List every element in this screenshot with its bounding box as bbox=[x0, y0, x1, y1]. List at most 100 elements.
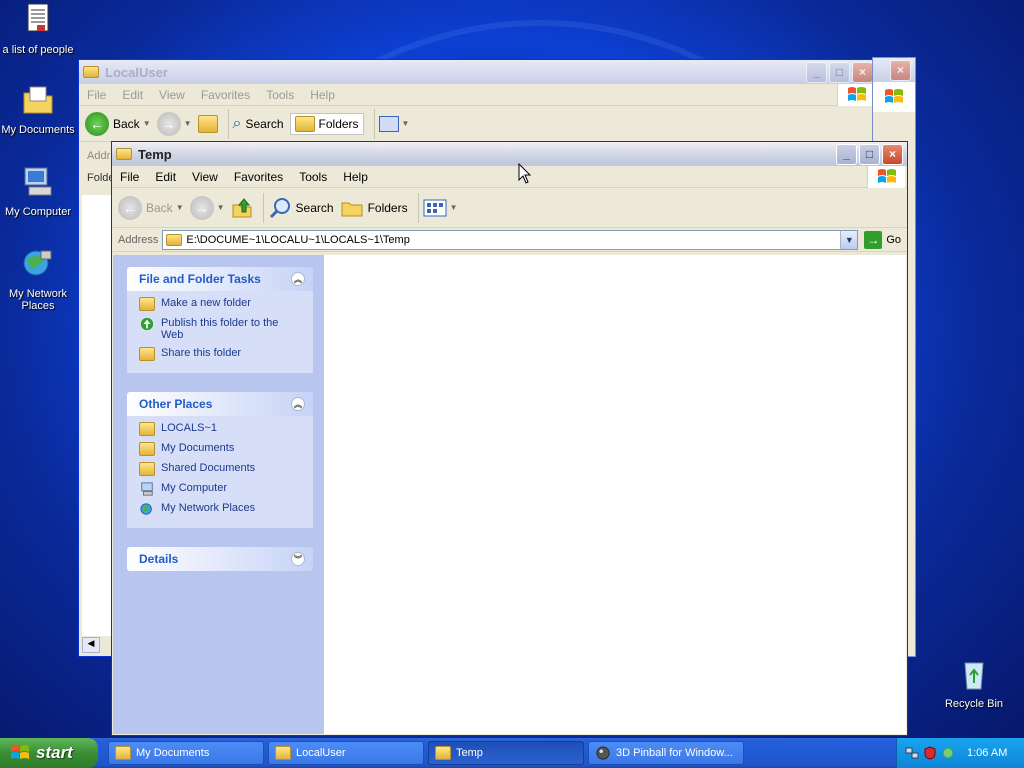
desktop-icon-label: My Computer bbox=[4, 206, 72, 218]
menu-edit[interactable]: Edit bbox=[147, 170, 184, 184]
new-folder-icon bbox=[139, 297, 155, 311]
close-button[interactable]: × bbox=[852, 61, 873, 83]
folders-button[interactable]: Folders bbox=[289, 112, 364, 135]
temp-titlebar[interactable]: Temp _ □ × bbox=[112, 142, 907, 166]
menu-favorites[interactable]: Favorites bbox=[193, 88, 258, 102]
folder-icon bbox=[166, 233, 183, 246]
menu-help[interactable]: Help bbox=[335, 170, 376, 184]
place-my-computer[interactable]: My Computer bbox=[139, 482, 303, 496]
taskbar-button-localuser[interactable]: LocalUser bbox=[268, 741, 424, 765]
place-label: Shared Documents bbox=[161, 462, 256, 474]
chevron-down-icon: ▼ bbox=[401, 119, 410, 128]
place-my-network-places[interactable]: My Network Places bbox=[139, 502, 303, 516]
search-icon: ⌕ bbox=[232, 114, 242, 132]
desktop-icon-label: Recycle Bin bbox=[944, 698, 1004, 710]
desktop-icon-list-of-people[interactable]: a list of people bbox=[0, 3, 76, 56]
maximize-button[interactable]: □ bbox=[829, 61, 850, 83]
go-arrow-icon: → bbox=[864, 230, 883, 249]
go-button[interactable]: → Go bbox=[864, 230, 901, 249]
folder-up-icon bbox=[232, 197, 252, 217]
taskbar-button-label: My Documents bbox=[136, 747, 210, 759]
system-tray: 1:06 AM bbox=[896, 738, 1024, 768]
go-label: Go bbox=[886, 233, 901, 246]
desktop-icon-recycle-bin[interactable]: Recycle Bin bbox=[936, 657, 1012, 710]
chevron-down-icon: ▼ bbox=[183, 119, 192, 128]
maximize-button[interactable]: □ bbox=[859, 143, 880, 165]
task-make-new-folder[interactable]: Make a new folder bbox=[139, 297, 303, 311]
menu-tools[interactable]: Tools bbox=[291, 170, 335, 184]
toolbar: ← Back ▼ → ▼ Search Folders ▼ bbox=[112, 188, 907, 228]
localuser-titlebar[interactable]: LocalUser _ □ × bbox=[79, 60, 877, 84]
place-shared-documents[interactable]: Shared Documents bbox=[139, 462, 303, 476]
minimize-button[interactable]: _ bbox=[806, 61, 827, 83]
details-header[interactable]: Details ︾ bbox=[127, 547, 313, 571]
address-dropdown-button[interactable]: ▼ bbox=[840, 230, 858, 249]
forward-button[interactable]: → ▼ bbox=[189, 195, 225, 220]
temp-window[interactable]: Temp _ □ × File Edit View Favorites Tool… bbox=[111, 141, 908, 736]
search-label: Search bbox=[245, 116, 284, 131]
horizontal-scrollbar[interactable]: ◀ bbox=[82, 637, 100, 653]
task-publish-folder[interactable]: Publish this folder to the Web bbox=[139, 317, 303, 341]
menu-file[interactable]: File bbox=[79, 88, 114, 102]
chevron-down-icon: ▼ bbox=[175, 203, 184, 212]
network-tray-icon[interactable] bbox=[905, 746, 919, 760]
folder-icon bbox=[116, 148, 132, 160]
expand-chevron-icon[interactable]: ︾ bbox=[291, 552, 305, 566]
clock[interactable]: 1:06 AM bbox=[967, 747, 1007, 759]
other-places-header[interactable]: Other Places ︽ bbox=[127, 392, 313, 416]
collapse-chevron-icon[interactable]: ︽ bbox=[291, 397, 305, 411]
search-button[interactable]: ⌕ Search bbox=[233, 115, 284, 133]
place-locals[interactable]: LOCALS~1 bbox=[139, 422, 303, 436]
address-input[interactable]: E:\DOCUME~1\LOCALU~1\LOCALS~1\Temp ▼ bbox=[162, 229, 859, 250]
taskbar-button-my-documents[interactable]: My Documents bbox=[108, 741, 264, 765]
collapse-chevron-icon[interactable]: ︽ bbox=[291, 272, 305, 286]
security-shield-icon[interactable] bbox=[923, 746, 937, 760]
menu-help[interactable]: Help bbox=[302, 88, 343, 102]
desktop-icon-my-network-places[interactable]: My Network Places bbox=[0, 247, 76, 312]
back-button[interactable]: ← Back ▼ bbox=[118, 195, 184, 220]
shared-folder-icon bbox=[139, 462, 155, 476]
search-button[interactable]: Search bbox=[268, 196, 334, 220]
back-button[interactable]: ← Back ▼ bbox=[85, 111, 151, 136]
taskbar-button-temp[interactable]: Temp bbox=[428, 741, 584, 765]
file-folder-tasks-header[interactable]: File and Folder Tasks ︽ bbox=[127, 267, 313, 291]
task-label: Make a new folder bbox=[161, 297, 251, 309]
up-button[interactable] bbox=[197, 114, 218, 133]
menubar: File Edit View Favorites Tools Help bbox=[79, 84, 877, 106]
wireless-tray-icon[interactable] bbox=[941, 746, 955, 760]
minimize-button[interactable]: _ bbox=[836, 143, 857, 165]
place-my-documents[interactable]: My Documents bbox=[139, 442, 303, 456]
details-panel: Details ︾ bbox=[127, 547, 313, 571]
folders-icon bbox=[341, 202, 363, 216]
menu-view[interactable]: View bbox=[184, 170, 226, 184]
panel-title: Details bbox=[139, 552, 179, 566]
close-button[interactable]: × bbox=[882, 143, 903, 165]
recycle-bin-icon bbox=[964, 662, 984, 690]
folders-button[interactable]: Folders bbox=[340, 198, 408, 218]
up-button[interactable] bbox=[231, 197, 253, 219]
task-share-folder[interactable]: Share this folder bbox=[139, 347, 303, 361]
views-button[interactable]: ▼ bbox=[378, 115, 410, 132]
menu-tools[interactable]: Tools bbox=[258, 88, 302, 102]
desktop-icon-my-documents[interactable]: My Documents bbox=[0, 83, 76, 136]
close-button[interactable]: × bbox=[890, 59, 911, 81]
back-label: Back bbox=[146, 200, 173, 215]
toolbar-separator bbox=[417, 192, 419, 223]
toolbar: ← Back ▼ → ▼ ⌕ Search Folders ▼ bbox=[79, 106, 877, 142]
search-label: Search bbox=[295, 200, 334, 215]
menu-file[interactable]: File bbox=[112, 170, 147, 184]
views-button[interactable]: ▼ bbox=[423, 199, 458, 217]
taskbar: start My Documents LocalUser Temp 3D Pin… bbox=[0, 738, 1024, 768]
folder-icon bbox=[139, 422, 155, 436]
forward-button[interactable]: → ▼ bbox=[156, 111, 192, 136]
taskbar-button-pinball[interactable]: 3D Pinball for Window... bbox=[588, 741, 744, 765]
toolbar-separator bbox=[227, 108, 229, 139]
desktop-icon-my-computer[interactable]: My Computer bbox=[0, 165, 76, 218]
taskbar-button-label: Temp bbox=[456, 747, 483, 759]
menu-view[interactable]: View bbox=[151, 88, 193, 102]
folder-contents-area[interactable] bbox=[324, 255, 906, 734]
menu-favorites[interactable]: Favorites bbox=[226, 170, 291, 184]
file-folder-tasks-body: Make a new folder Publish this folder to… bbox=[127, 291, 313, 373]
start-button[interactable]: start bbox=[0, 738, 98, 768]
menu-edit[interactable]: Edit bbox=[114, 88, 151, 102]
